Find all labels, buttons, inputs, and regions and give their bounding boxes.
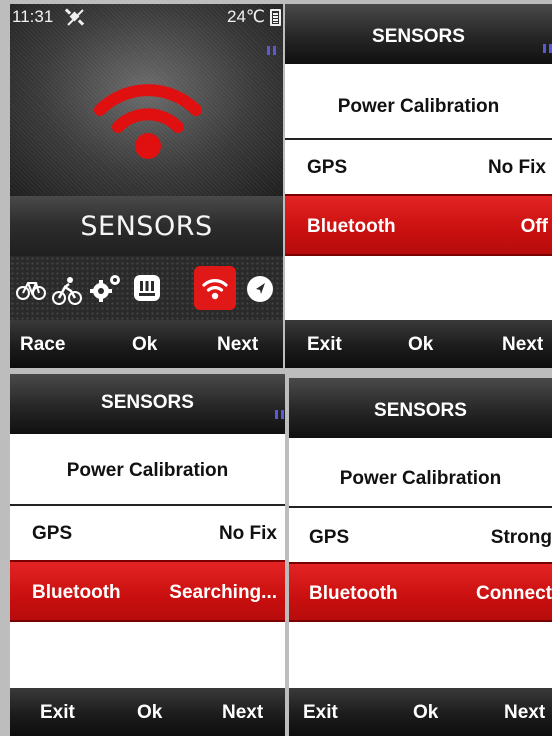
- next-button[interactable]: Next: [222, 702, 263, 724]
- bluetooth-label: Bluetooth: [32, 582, 121, 603]
- header: SENSORS: [285, 4, 552, 64]
- pause-icon: [267, 46, 276, 55]
- header: SENSORS: [289, 378, 552, 438]
- page-title: SENSORS: [10, 196, 283, 256]
- race-button[interactable]: Race: [20, 334, 65, 356]
- bluetooth-label: Bluetooth: [309, 583, 398, 604]
- ok-button[interactable]: Ok: [137, 702, 162, 724]
- ok-button[interactable]: Ok: [408, 334, 433, 356]
- header: SENSORS: [10, 374, 285, 434]
- exit-button[interactable]: Exit: [307, 334, 342, 356]
- battery-icon: [270, 9, 281, 26]
- sensors-screen-off: SENSORS Power Calibration GPS No Fix Blu…: [285, 4, 552, 368]
- ok-button[interactable]: Ok: [413, 702, 438, 724]
- exit-button[interactable]: Exit: [303, 702, 338, 724]
- clock: 11:31: [12, 7, 54, 26]
- gps-row[interactable]: GPS No Fix: [10, 504, 285, 560]
- power-calibration-item[interactable]: Power Calibration: [10, 460, 285, 482]
- gps-label: GPS: [32, 523, 73, 544]
- gps-label: GPS: [309, 527, 350, 548]
- mode-icon-row: [10, 256, 283, 322]
- softkey-bar: Exit Ok Next: [289, 688, 552, 736]
- power-calibration-item[interactable]: Power Calibration: [289, 468, 552, 490]
- sensors-tab[interactable]: [194, 266, 236, 310]
- next-button[interactable]: Next: [502, 334, 543, 356]
- sensors-screen-connect: SENSORS Power Calibration GPS Strong Blu…: [289, 378, 552, 736]
- dashboard-icon[interactable]: [132, 273, 162, 303]
- bluetooth-value: Off: [520, 216, 548, 237]
- wifi-icon: [94, 84, 202, 159]
- next-button[interactable]: Next: [217, 334, 258, 356]
- bike-icon[interactable]: [16, 277, 46, 301]
- bluetooth-row[interactable]: Bluetooth Off: [285, 194, 552, 256]
- temperature: 24℃: [226, 7, 265, 26]
- navigation-icon[interactable]: [245, 274, 275, 304]
- page-title: SENSORS: [374, 400, 467, 421]
- power-calibration-item[interactable]: Power Calibration: [285, 96, 552, 118]
- page-title: SENSORS: [101, 392, 194, 413]
- softkey-bar: Exit Ok Next: [285, 320, 552, 368]
- pause-icon: [275, 410, 284, 419]
- pause-icon: [543, 44, 552, 53]
- sensors-screen-searching: SENSORS Power Calibration GPS No Fix Blu…: [10, 374, 285, 736]
- page-title: SENSORS: [372, 26, 465, 47]
- bluetooth-value: Searching...: [169, 582, 277, 603]
- softkey-bar: Exit Ok Next: [10, 688, 285, 736]
- status-bar: 11:31 24℃: [10, 4, 283, 30]
- gps-value: No Fix: [487, 157, 546, 178]
- bluetooth-label: Bluetooth: [307, 216, 396, 237]
- softkey-bar: Race Ok Next: [10, 320, 283, 368]
- gears-icon[interactable]: [90, 274, 122, 302]
- satellite-off-icon: [64, 8, 85, 26]
- gps-value: Strong: [490, 527, 552, 548]
- gps-label: GPS: [307, 157, 348, 178]
- wifi-icon: [202, 279, 228, 300]
- next-button[interactable]: Next: [504, 702, 545, 724]
- bluetooth-value: Connect: [476, 583, 552, 604]
- gps-value: No Fix: [218, 523, 277, 544]
- gps-row[interactable]: GPS Strong: [289, 506, 552, 562]
- home-screen: 11:31 24℃ SENSORS Race Ok Next: [10, 4, 283, 368]
- bluetooth-row[interactable]: Bluetooth Connect: [289, 562, 552, 622]
- cyclist-icon[interactable]: [52, 277, 82, 305]
- bluetooth-row[interactable]: Bluetooth Searching...: [10, 560, 285, 622]
- ok-button[interactable]: Ok: [132, 334, 157, 356]
- exit-button[interactable]: Exit: [40, 702, 75, 724]
- gps-row[interactable]: GPS No Fix: [285, 138, 552, 194]
